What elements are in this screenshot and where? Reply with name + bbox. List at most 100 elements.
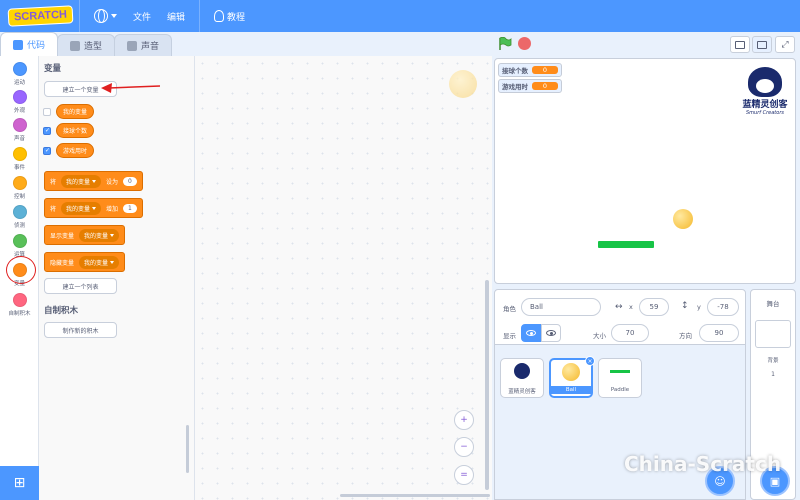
category-motion[interactable]: 运动 (0, 62, 39, 86)
add-extension-button[interactable]: ⊞ (0, 466, 39, 500)
category-sound[interactable]: 声音 (0, 118, 39, 142)
block-text: 增加 (106, 205, 119, 213)
category-dot (12, 176, 27, 190)
make-block-button[interactable]: 制作新的积木 (44, 322, 117, 338)
sprite-tile-name: Paddle (610, 387, 630, 393)
tab-code-label: 代码 (27, 41, 46, 51)
category-sensing[interactable]: 侦测 (0, 205, 39, 229)
fullscreen-icon: ⤢ (781, 39, 789, 50)
paddle-sprite[interactable] (598, 241, 654, 248)
hide-sprite-button[interactable] (541, 324, 561, 342)
change-variable-block[interactable]: 将 我的变量 增加 1 (44, 198, 143, 218)
sprite-name-input[interactable]: Ball (521, 298, 601, 316)
variable-checkbox[interactable] (43, 127, 51, 135)
tab-costumes[interactable]: 造型 (57, 34, 116, 56)
tutorials-label: 教程 (227, 12, 246, 23)
category-my-blocks[interactable]: 自制积木 (0, 293, 39, 317)
code-workspace[interactable] (195, 56, 492, 500)
x-input[interactable]: 59 (639, 298, 669, 316)
zoom-out-icon: − (460, 442, 468, 452)
menu-separator (199, 0, 200, 32)
eye-icon (526, 330, 536, 336)
zoom-in-button[interactable]: + (454, 410, 474, 430)
size-label: 大小 (593, 332, 606, 340)
backdrops-label: 背景 (767, 358, 779, 364)
variable-monitor: 游戏用时 0 (498, 79, 562, 93)
hide-variable-block[interactable]: 隐藏变量 我的变量 (44, 252, 126, 272)
dropdown-value: 我的变量 (66, 178, 91, 186)
monitor-label: 游戏用时 (502, 83, 528, 91)
monitor-value: 0 (532, 66, 558, 74)
make-list-button[interactable]: 建立一个列表 (44, 278, 117, 294)
file-menu[interactable]: 文件 (125, 0, 159, 32)
speaker-icon (127, 40, 138, 51)
edit-menu[interactable]: 编辑 (159, 0, 193, 32)
category-looks[interactable]: 外观 (0, 90, 39, 114)
value-input[interactable]: 0 (123, 176, 137, 186)
variable-dropdown[interactable]: 我的变量 (79, 255, 120, 269)
annotation-arrow (101, 83, 161, 93)
category-dot (12, 234, 27, 248)
category-events[interactable]: 事件 (0, 147, 39, 171)
dropdown-value: 我的变量 (84, 259, 109, 267)
block-text: 将 (50, 178, 57, 186)
set-variable-block[interactable]: 将 我的变量 设为 0 (44, 171, 143, 191)
x-arrow-icon: ↔ (615, 302, 623, 312)
y-input[interactable]: -78 (707, 298, 739, 316)
language-menu[interactable] (86, 0, 125, 32)
variable-reporter[interactable]: 我的变量 (56, 104, 95, 119)
category-operators[interactable]: 运算 (0, 234, 39, 258)
category-label: 侦测 (13, 223, 25, 229)
show-variable-block[interactable]: 显示变量 我的变量 (44, 225, 126, 245)
extension-icon: ⊞ (13, 475, 26, 491)
y-arrow-icon: ↕ (681, 301, 689, 311)
watermark: China-Scratch (624, 452, 782, 476)
backdrop-add-icon: ▣ (769, 474, 781, 488)
logo-sprite[interactable]: 蓝精灵创客 Smurf Creators (740, 67, 790, 127)
scratch-logo[interactable]: SCRATCH (7, 5, 74, 27)
category-label: 外观 (13, 108, 25, 114)
small-stage-button[interactable] (730, 36, 750, 53)
sprite-tile-name: 蓝精灵创客 (508, 389, 536, 395)
stage-thumbnail (755, 320, 791, 348)
sprite-tile[interactable]: 蓝精灵创客 (500, 358, 544, 398)
code-vertical-scrollbar[interactable] (485, 280, 489, 490)
category-dot (12, 118, 27, 132)
variable-checkbox[interactable] (43, 147, 51, 155)
normal-stage-icon (757, 40, 767, 49)
menu-separator (78, 0, 80, 32)
block-text: 将 (50, 205, 57, 213)
variable-dropdown[interactable]: 我的变量 (61, 174, 102, 188)
category-control[interactable]: 控制 (0, 176, 39, 200)
palette-scrollbar[interactable] (186, 425, 189, 473)
green-flag-icon[interactable] (498, 37, 512, 50)
tab-code[interactable]: 代码 (0, 32, 59, 56)
sprite-tile-selected[interactable]: Ball × (549, 356, 595, 398)
variable-dropdown[interactable]: 我的变量 (61, 201, 102, 215)
variable-checkbox[interactable] (43, 108, 51, 116)
tab-sounds[interactable]: 声音 (114, 34, 173, 56)
stage[interactable]: 接球个数 0 游戏用时 0 蓝精灵创客 Smurf Creators (494, 58, 796, 284)
tab-sounds-label: 声音 (141, 42, 160, 52)
direction-input[interactable]: 90 (699, 324, 739, 342)
chevron-down-icon (110, 14, 117, 18)
sprite-tile[interactable]: Paddle (598, 358, 642, 398)
category-dot (12, 147, 27, 161)
show-sprite-button[interactable] (521, 324, 541, 342)
zoom-out-button[interactable]: − (454, 437, 474, 457)
variable-reporter[interactable]: 游戏用时 (56, 143, 95, 158)
variable-reporter[interactable]: 接球个数 (56, 123, 95, 138)
ball-sprite[interactable] (673, 209, 693, 229)
code-horizontal-scrollbar[interactable] (340, 494, 490, 497)
delete-sprite-icon[interactable]: × (585, 356, 595, 366)
size-input[interactable]: 70 (611, 324, 649, 342)
stop-button[interactable] (518, 37, 531, 50)
tutorials-menu[interactable]: 教程 (206, 0, 253, 32)
fullscreen-button[interactable]: ⤢ (775, 36, 795, 53)
variable-dropdown[interactable]: 我的变量 (79, 228, 120, 242)
value-input[interactable]: 1 (123, 203, 137, 213)
normal-stage-button[interactable] (752, 36, 772, 53)
zoom-reset-button[interactable]: = (454, 465, 474, 485)
sprite-tile-name: Ball (551, 386, 591, 394)
small-stage-icon (735, 40, 745, 49)
